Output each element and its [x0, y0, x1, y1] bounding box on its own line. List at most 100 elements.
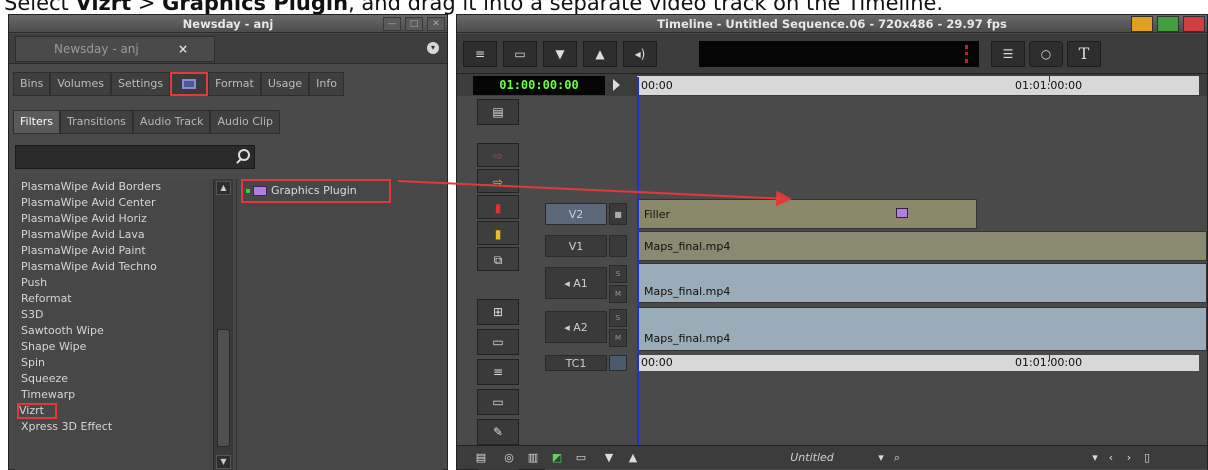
mute-button[interactable]: M [609, 329, 627, 347]
extract-icon[interactable]: ⇨ [477, 143, 519, 167]
list-item[interactable]: PlasmaWipe Avid Paint [15, 243, 236, 259]
list-item[interactable]: Reformat [15, 291, 236, 307]
list-item[interactable]: Sawtooth Wipe [15, 323, 236, 339]
list-item[interactable]: PlasmaWipe Avid Horiz [15, 211, 236, 227]
list-item[interactable]: PlasmaWipe Avid Lava [15, 227, 236, 243]
scroll-down-icon[interactable]: ▼ [599, 449, 619, 467]
color-icon[interactable]: ◩ [547, 449, 567, 467]
instruction-caption: Select Vizrt > Graphics Plugin, and drag… [0, 0, 1208, 15]
track-settings-icon[interactable]: ≡ [463, 41, 497, 67]
search-icon[interactable] [238, 149, 250, 161]
list-item-vizrt[interactable]: Vizrt [17, 403, 57, 419]
audio-icon[interactable]: ◂) [623, 41, 657, 67]
video-clip[interactable]: Maps_final.mp4 [637, 231, 1207, 261]
link-icon[interactable]: ⊞ [477, 299, 519, 325]
scroll-up-icon[interactable]: ▲ [216, 181, 231, 195]
red-segment-icon[interactable]: ▮ [477, 195, 519, 219]
tab-filters[interactable]: Filters [13, 110, 60, 134]
view-icon[interactable]: ▥ [523, 449, 543, 467]
track-v1-label[interactable]: V1 [545, 235, 607, 257]
list-item[interactable]: Spin [15, 355, 236, 371]
film-icon[interactable]: ▭ [477, 389, 519, 415]
tab-bins[interactable]: Bins [13, 72, 51, 96]
scroll-thumb[interactable] [217, 329, 230, 447]
record-icon[interactable]: ○ [1029, 41, 1063, 67]
close-tab-icon[interactable]: × [178, 37, 188, 61]
record-track-icon[interactable]: ▤ [477, 99, 519, 125]
tab-volumes[interactable]: Volumes [50, 72, 111, 96]
effect-palette-window: Newsday - anj — □ ✕ Newsday - anj × ▾ Bi… [8, 14, 448, 470]
playhead[interactable] [637, 77, 639, 453]
chat-icon[interactable]: ▭ [571, 449, 591, 467]
timeline-ruler[interactable]: 00:00 01:01:00:00 [637, 76, 1199, 95]
solo-button[interactable]: S [609, 265, 627, 283]
effect-items-pane: Graphics Plugin [237, 179, 443, 470]
audio-clip-a1[interactable]: Maps_final.mp4 [637, 263, 1207, 303]
minimize-button[interactable]: — [383, 17, 401, 31]
list-item[interactable]: Timewarp [15, 387, 236, 403]
text-tool-icon[interactable]: T [1067, 41, 1101, 67]
audio-clip-a2[interactable]: Maps_final.mp4 [637, 307, 1207, 351]
tab-transitions[interactable]: Transitions [59, 110, 133, 134]
effect-search-input[interactable] [15, 145, 255, 169]
tab-audio-clip[interactable]: Audio Clip [210, 110, 281, 134]
yellow-segment-icon[interactable]: ▮ [477, 221, 519, 245]
project-menu-icon[interactable]: ▾ [427, 42, 439, 54]
previous-icon[interactable]: ‹ [1101, 449, 1121, 467]
video-clip-label: Maps_final.mp4 [644, 240, 731, 253]
track-monitor-icon[interactable] [609, 235, 627, 257]
target-icon[interactable]: ◎ [499, 449, 519, 467]
tab-info[interactable]: Info [309, 72, 344, 96]
scroll-down-icon[interactable]: ▼ [216, 455, 231, 469]
list-item[interactable]: S3D [15, 307, 236, 323]
layout-icon[interactable]: ▤ [471, 449, 491, 467]
mute-button[interactable]: M [609, 285, 627, 303]
track-tc1-label[interactable]: TC1 [545, 355, 607, 371]
track-monitor-icon[interactable] [609, 355, 627, 371]
filler-clip[interactable]: Filler [637, 199, 977, 229]
list-item[interactable]: Shape Wipe [15, 339, 236, 355]
tab-usage[interactable]: Usage [260, 72, 310, 96]
tab-settings[interactable]: Settings [110, 72, 171, 96]
maximize-button[interactable]: □ [405, 17, 423, 31]
track-a1-label[interactable]: ◂ A1 [545, 267, 607, 299]
list-item[interactable]: PlasmaWipe Avid Borders [15, 179, 236, 195]
tab-format[interactable]: Format [208, 72, 261, 96]
list-item[interactable]: Push [15, 275, 236, 291]
sequence-name[interactable]: Untitled [757, 449, 867, 467]
scroll-down-icon[interactable]: ▼ [543, 41, 577, 67]
project-tab[interactable]: Newsday - anj × [15, 36, 215, 62]
search-icon[interactable]: ⌕ [887, 449, 907, 467]
trim-icon[interactable]: ⧉ [477, 247, 519, 271]
track-a2-label[interactable]: ◂ A2 [545, 311, 607, 343]
timeline-bottom-bar: ▤ ◎ ▥ ◩ ▭ ▼ ▲ Untitled ▾ ⌕ ▾ ‹ › ▯ [457, 445, 1207, 469]
tab-audio-track[interactable]: Audio Track [132, 110, 211, 134]
next-icon[interactable]: › [1119, 449, 1139, 467]
solo-button[interactable]: S [609, 309, 627, 327]
track-monitor-icon[interactable]: ■ [609, 203, 627, 225]
minimize-button[interactable] [1131, 16, 1153, 32]
lift-overwrite-icon[interactable]: ⇨ [477, 169, 519, 193]
list-item[interactable]: Squeeze [15, 371, 236, 387]
scroll-up-icon[interactable]: ▲ [623, 449, 643, 467]
track-v2-label[interactable]: V2 [545, 203, 607, 225]
list-icon[interactable]: ☰ [991, 41, 1025, 67]
close-window-button[interactable] [1183, 16, 1205, 32]
mixer-icon[interactable]: ≡ [477, 359, 519, 385]
play-icon[interactable] [613, 79, 620, 91]
list-item[interactable]: PlasmaWipe Avid Center [15, 195, 236, 211]
monitor-icon[interactable]: ▭ [477, 329, 519, 355]
graphics-plugin-effect[interactable]: Graphics Plugin [241, 179, 391, 203]
list-item[interactable]: Xpress 3D Effect [15, 419, 236, 435]
list-scrollbar[interactable]: ▲ ▼ [213, 179, 233, 470]
monitor-icon[interactable]: ▭ [503, 41, 537, 67]
zoom-icon[interactable]: ▯ [1137, 449, 1157, 467]
maximize-button[interactable] [1157, 16, 1179, 32]
smart-tools: ▤ ⇨ ⇨ ▮ ▮ ⧉ ⊞ ▭ ≡ ▭ ✎ ▲ [477, 99, 519, 470]
tab-effects[interactable] [170, 72, 209, 96]
scroll-up-icon[interactable]: ▲ [583, 41, 617, 67]
brush-icon[interactable]: ✎ [477, 419, 519, 445]
close-window-button[interactable]: ✕ [427, 17, 445, 31]
list-item[interactable]: PlasmaWipe Avid Techno [15, 259, 236, 275]
project-row: Newsday - anj × ▾ [9, 34, 447, 64]
